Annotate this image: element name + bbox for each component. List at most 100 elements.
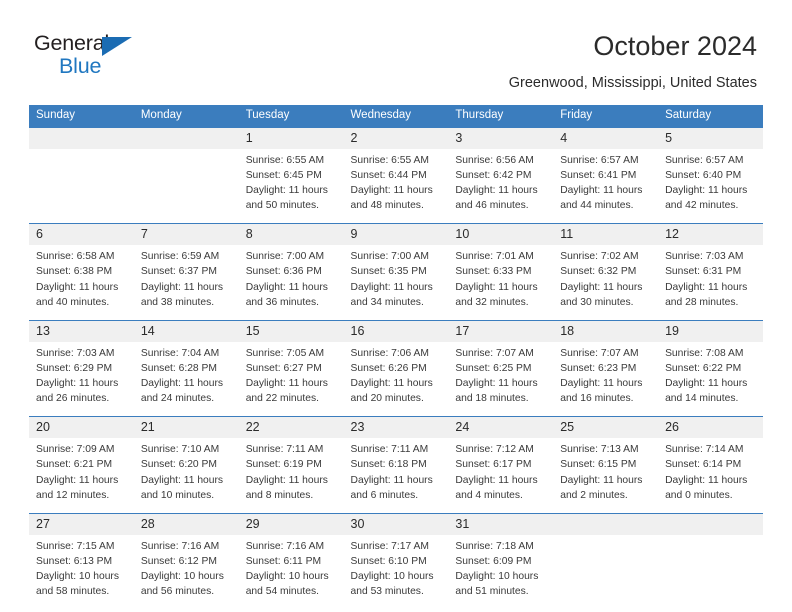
day-number[interactable]	[133, 127, 239, 149]
sunset-text: Sunset: 6:36 PM	[245, 266, 322, 278]
day-number[interactable]: 19	[658, 320, 763, 342]
sunrise-text: Sunrise: 7:03 AM	[36, 347, 115, 359]
day-number[interactable]: 27	[29, 513, 134, 535]
day-number[interactable]: 15	[238, 320, 344, 342]
day-cell[interactable]	[658, 534, 763, 610]
week-daynum-row: 1 2 3 4 5	[29, 127, 763, 149]
day-number[interactable]: 21	[133, 416, 239, 439]
day-cell[interactable]	[553, 534, 659, 610]
day-cell[interactable]: Sunrise: 7:10 AM Sunset: 6:20 PM Dayligh…	[133, 438, 239, 514]
sunset-text: Sunset: 6:37 PM	[140, 266, 217, 278]
daylight-text: Daylight: 10 hours and 53 minutes.	[350, 571, 434, 598]
day-number[interactable]: 2	[343, 127, 449, 149]
day-cell[interactable]: Sunrise: 7:18 AM Sunset: 6:09 PM Dayligh…	[448, 534, 554, 610]
day-number[interactable]	[29, 127, 134, 149]
daylight-text: Daylight: 11 hours and 26 minutes.	[36, 378, 119, 405]
day-cell[interactable]: Sunrise: 6:55 AM Sunset: 6:45 PM Dayligh…	[238, 148, 344, 225]
day-cell[interactable]: Sunrise: 7:13 AM Sunset: 6:15 PM Dayligh…	[553, 438, 659, 514]
day-cell[interactable]: Sunrise: 7:17 AM Sunset: 6:10 PM Dayligh…	[343, 534, 449, 610]
day-cell[interactable]: Sunrise: 7:08 AM Sunset: 6:22 PM Dayligh…	[658, 341, 763, 418]
day-cell[interactable]: Sunrise: 7:06 AM Sunset: 6:26 PM Dayligh…	[343, 341, 449, 418]
day-number[interactable]: 10	[448, 223, 554, 246]
day-number[interactable]: 8	[238, 223, 344, 246]
day-cell[interactable]: Sunrise: 7:01 AM Sunset: 6:33 PM Dayligh…	[448, 245, 554, 321]
day-number[interactable]: 1	[238, 127, 344, 149]
day-number[interactable]: 28	[133, 513, 239, 535]
page-title: October 2024	[593, 31, 757, 61]
day-number[interactable]: 24	[448, 416, 554, 439]
week-daynum-row: 6 7 8 9 10 11 12	[29, 223, 763, 246]
sunset-text: Sunset: 6:10 PM	[350, 555, 427, 567]
day-number[interactable]: 6	[29, 223, 134, 246]
day-cell[interactable]: Sunrise: 6:55 AM Sunset: 6:44 PM Dayligh…	[343, 148, 449, 225]
day-cell[interactable]: Sunrise: 7:00 AM Sunset: 6:36 PM Dayligh…	[238, 245, 344, 321]
daylight-text: Daylight: 10 hours and 58 minutes.	[36, 571, 119, 598]
day-cell[interactable]: Sunrise: 7:11 AM Sunset: 6:18 PM Dayligh…	[343, 438, 449, 514]
day-cell[interactable]: Sunrise: 7:03 AM Sunset: 6:31 PM Dayligh…	[658, 245, 763, 321]
day-cell[interactable]: Sunrise: 7:12 AM Sunset: 6:17 PM Dayligh…	[448, 438, 554, 514]
day-number[interactable]: 31	[448, 513, 554, 535]
day-number[interactable]: 13	[29, 320, 134, 342]
day-cell[interactable]: Sunrise: 7:07 AM Sunset: 6:23 PM Dayligh…	[553, 341, 659, 418]
day-cell[interactable]: Sunrise: 7:04 AM Sunset: 6:28 PM Dayligh…	[133, 341, 239, 418]
day-cell[interactable]: Sunrise: 7:03 AM Sunset: 6:29 PM Dayligh…	[29, 341, 134, 418]
day-cell[interactable]: Sunrise: 6:57 AM Sunset: 6:41 PM Dayligh…	[553, 148, 659, 225]
day-cell[interactable]: Sunrise: 7:11 AM Sunset: 6:19 PM Dayligh…	[238, 438, 344, 514]
day-number[interactable]: 12	[658, 223, 763, 246]
daylight-text: Daylight: 11 hours and 14 minutes.	[665, 378, 748, 405]
day-number[interactable]: 18	[553, 320, 659, 342]
sunset-text: Sunset: 6:21 PM	[36, 459, 113, 471]
week-daynum-row: 13 14 15 16 17 18 19	[29, 320, 763, 342]
day-cell[interactable]: Sunrise: 7:15 AM Sunset: 6:13 PM Dayligh…	[29, 534, 134, 610]
day-cell[interactable]: Sunrise: 7:14 AM Sunset: 6:14 PM Dayligh…	[658, 438, 763, 514]
day-cell[interactable]: Sunrise: 7:00 AM Sunset: 6:35 PM Dayligh…	[343, 245, 449, 321]
weekday-header-thursday: Thursday	[448, 105, 554, 128]
sunset-text: Sunset: 6:14 PM	[665, 459, 742, 471]
day-cell[interactable]	[133, 148, 239, 225]
daylight-text: Daylight: 11 hours and 12 minutes.	[36, 474, 119, 501]
sunset-text: Sunset: 6:11 PM	[245, 555, 322, 567]
day-number[interactable]: 14	[133, 320, 239, 342]
day-number[interactable]: 7	[133, 223, 239, 246]
week-daynum-row: 20 21 22 23 24 25 26	[29, 416, 763, 439]
daylight-text: Daylight: 11 hours and 4 minutes.	[455, 474, 538, 501]
day-number[interactable]: 26	[658, 416, 763, 439]
day-number[interactable]: 5	[658, 127, 763, 149]
day-number[interactable]: 3	[448, 127, 554, 149]
day-cell[interactable]: Sunrise: 6:57 AM Sunset: 6:40 PM Dayligh…	[658, 148, 763, 225]
day-cell[interactable]: Sunrise: 7:02 AM Sunset: 6:32 PM Dayligh…	[553, 245, 659, 321]
day-number[interactable]	[553, 513, 659, 535]
day-number[interactable]: 20	[29, 416, 134, 439]
day-cell[interactable]	[29, 148, 134, 225]
daylight-text: Daylight: 11 hours and 22 minutes.	[245, 378, 328, 405]
day-number[interactable]: 30	[343, 513, 449, 535]
day-number[interactable]: 17	[448, 320, 554, 342]
day-cell[interactable]: Sunrise: 7:16 AM Sunset: 6:11 PM Dayligh…	[238, 534, 344, 610]
day-cell[interactable]: Sunrise: 6:58 AM Sunset: 6:38 PM Dayligh…	[29, 245, 134, 321]
day-cell[interactable]: Sunrise: 7:07 AM Sunset: 6:25 PM Dayligh…	[448, 341, 554, 418]
sunrise-text: Sunrise: 7:12 AM	[455, 444, 534, 456]
daylight-text: Daylight: 10 hours and 54 minutes.	[245, 571, 329, 598]
day-number[interactable]: 4	[553, 127, 659, 149]
sunrise-text: Sunrise: 7:13 AM	[560, 444, 639, 456]
day-cell[interactable]: Sunrise: 6:59 AM Sunset: 6:37 PM Dayligh…	[133, 245, 239, 321]
day-cell[interactable]: Sunrise: 7:09 AM Sunset: 6:21 PM Dayligh…	[29, 438, 134, 514]
day-cell[interactable]: Sunrise: 7:16 AM Sunset: 6:12 PM Dayligh…	[133, 534, 239, 610]
day-number[interactable]: 23	[343, 416, 449, 439]
day-number[interactable]: 25	[553, 416, 659, 439]
brand-logo[interactable]: General Blue	[34, 32, 194, 81]
sunrise-text: Sunrise: 7:05 AM	[245, 347, 325, 359]
day-number[interactable]: 22	[238, 416, 344, 439]
weekday-header-saturday: Saturday	[658, 105, 763, 128]
sunset-text: Sunset: 6:18 PM	[350, 459, 427, 471]
day-cell[interactable]: Sunrise: 7:05 AM Sunset: 6:27 PM Dayligh…	[238, 341, 344, 418]
day-number[interactable]	[658, 513, 763, 535]
weekday-header-monday: Monday	[133, 105, 239, 128]
sunset-text: Sunset: 6:45 PM	[245, 169, 322, 181]
day-number[interactable]: 9	[343, 223, 449, 246]
day-cell[interactable]: Sunrise: 6:56 AM Sunset: 6:42 PM Dayligh…	[448, 148, 554, 225]
day-number[interactable]: 16	[343, 320, 449, 342]
day-number[interactable]: 29	[238, 513, 344, 535]
daylight-text: Daylight: 11 hours and 38 minutes.	[140, 281, 224, 308]
day-number[interactable]: 11	[553, 223, 659, 246]
